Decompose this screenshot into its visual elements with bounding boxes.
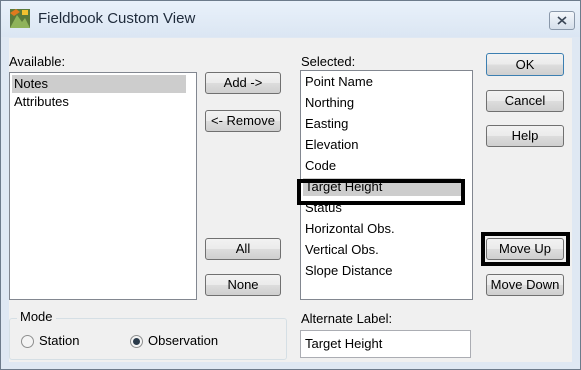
title-bar[interactable]: Fieldbook Custom View — [1, 1, 580, 37]
alternate-label-label: Alternate Label: — [301, 311, 393, 326]
dialog-client-area: Available: Notes Attributes Add -> <- Re… — [9, 38, 572, 362]
remove-button[interactable]: <- Remove — [205, 110, 281, 132]
cancel-button[interactable]: Cancel — [486, 90, 564, 112]
fieldbook-custom-view-dialog: Fieldbook Custom View Available: Notes A… — [0, 0, 581, 370]
radio-selected-dot — [133, 338, 140, 345]
selected-item-code[interactable]: Code — [303, 157, 467, 175]
available-item-notes[interactable]: Notes — [12, 75, 186, 93]
ok-button[interactable]: OK — [486, 53, 564, 76]
observation-radio-label[interactable]: Observation — [148, 333, 218, 348]
selected-item-horizontal-obs[interactable]: Horizontal Obs. — [303, 220, 467, 238]
available-label: Available: — [9, 54, 66, 69]
none-button[interactable]: None — [205, 274, 281, 296]
station-radio[interactable] — [21, 335, 34, 348]
close-icon — [557, 16, 567, 25]
selected-item-easting[interactable]: Easting — [303, 115, 467, 133]
close-button[interactable] — [549, 11, 575, 30]
selected-item-point-name[interactable]: Point Name — [303, 73, 467, 91]
selected-item-slope-distance[interactable]: Slope Distance — [303, 262, 467, 280]
window-title: Fieldbook Custom View — [38, 10, 196, 27]
target-height-highlight-box — [297, 179, 465, 205]
selected-label: Selected: — [301, 54, 356, 69]
move-up-highlight-box — [481, 232, 570, 266]
add-button[interactable]: Add -> — [205, 72, 281, 94]
available-listbox[interactable]: Notes Attributes — [9, 72, 197, 300]
all-button[interactable]: All — [205, 238, 281, 260]
station-radio-label[interactable]: Station — [39, 333, 79, 348]
move-down-button[interactable]: Move Down — [486, 274, 564, 296]
selected-item-vertical-obs[interactable]: Vertical Obs. — [303, 241, 467, 259]
fieldbook-app-icon — [10, 9, 30, 28]
selected-item-elevation[interactable]: Elevation — [303, 136, 467, 154]
selected-item-northing[interactable]: Northing — [303, 94, 467, 112]
help-button[interactable]: Help — [486, 125, 564, 147]
observation-radio[interactable] — [130, 335, 143, 348]
mode-label: Mode — [17, 309, 56, 324]
alternate-label-input[interactable]: Target Height — [300, 330, 471, 358]
available-item-attributes[interactable]: Attributes — [12, 93, 186, 111]
